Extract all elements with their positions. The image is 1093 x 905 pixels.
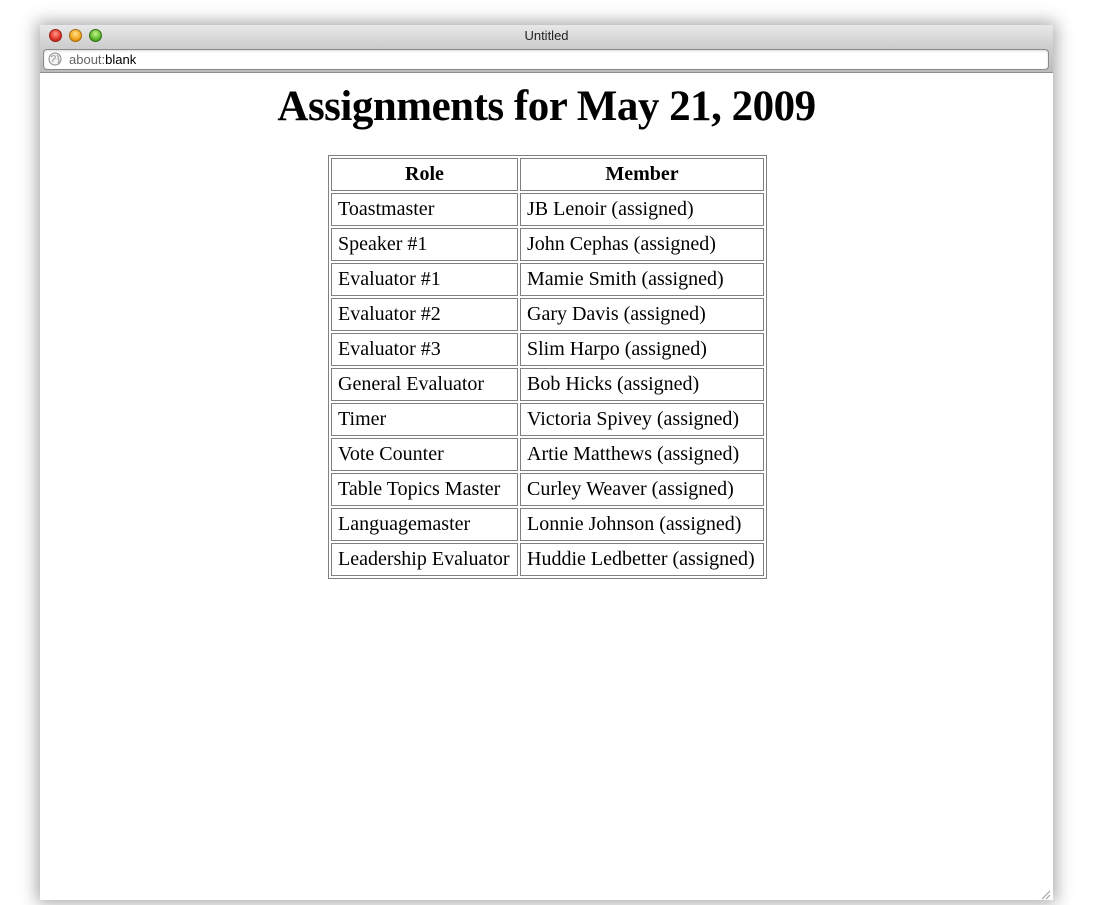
member-cell: Victoria Spivey (assigned) — [520, 403, 764, 436]
globe-icon — [48, 52, 62, 66]
role-cell: Languagemaster — [331, 508, 518, 541]
table-row: Table Topics Master Curley Weaver (assig… — [331, 473, 764, 506]
role-cell: Evaluator #3 — [331, 333, 518, 366]
member-cell: Gary Davis (assigned) — [520, 298, 764, 331]
table-row: Toastmaster JB Lenoir (assigned) — [331, 193, 764, 226]
role-cell: Table Topics Master — [331, 473, 518, 506]
table-row: Speaker #1 John Cephas (assigned) — [331, 228, 764, 261]
url-text: about:blank — [69, 51, 136, 68]
table-row: General Evaluator Bob Hicks (assigned) — [331, 368, 764, 401]
column-header-role: Role — [331, 158, 518, 191]
table-row: Evaluator #1 Mamie Smith (assigned) — [331, 263, 764, 296]
address-bar[interactable]: about:blank — [43, 49, 1049, 70]
member-cell: Curley Weaver (assigned) — [520, 473, 764, 506]
role-cell: Toastmaster — [331, 193, 518, 226]
member-cell: Artie Matthews (assigned) — [520, 438, 764, 471]
table-row: Languagemaster Lonnie Johnson (assigned) — [331, 508, 764, 541]
role-cell: Timer — [331, 403, 518, 436]
member-cell: Slim Harpo (assigned) — [520, 333, 764, 366]
role-cell: Vote Counter — [331, 438, 518, 471]
member-cell: Mamie Smith (assigned) — [520, 263, 764, 296]
url-path: blank — [105, 52, 137, 67]
title-bar[interactable]: Untitled about:blank — [40, 25, 1053, 73]
table-row: Leadership Evaluator Huddie Ledbetter (a… — [331, 543, 764, 576]
role-cell: Speaker #1 — [331, 228, 518, 261]
url-scheme: about: — [69, 52, 106, 67]
role-cell: Leadership Evaluator — [331, 543, 518, 576]
table-header-row: Role Member — [331, 158, 764, 191]
window-title: Untitled — [524, 28, 569, 43]
member-cell: Huddie Ledbetter (assigned) — [520, 543, 764, 576]
member-cell: Lonnie Johnson (assigned) — [520, 508, 764, 541]
member-cell: Bob Hicks (assigned) — [520, 368, 764, 401]
browser-window: Untitled about:blank Assignments for May… — [40, 25, 1053, 900]
table-row: Timer Victoria Spivey (assigned) — [331, 403, 764, 436]
role-cell: General Evaluator — [331, 368, 518, 401]
role-cell: Evaluator #1 — [331, 263, 518, 296]
table-row: Evaluator #3 Slim Harpo (assigned) — [331, 333, 764, 366]
page-title: Assignments for May 21, 2009 — [277, 83, 816, 130]
table-row: Evaluator #2 Gary Davis (assigned) — [331, 298, 764, 331]
role-cell: Evaluator #2 — [331, 298, 518, 331]
member-cell: JB Lenoir (assigned) — [520, 193, 764, 226]
resize-grip-icon[interactable] — [1040, 887, 1051, 900]
table-row: Vote Counter Artie Matthews (assigned) — [331, 438, 764, 471]
page-content: Assignments for May 21, 2009 Role Member… — [40, 74, 1053, 900]
column-header-member: Member — [520, 158, 764, 191]
assignments-table: Role Member Toastmaster JB Lenoir (assig… — [328, 155, 767, 579]
member-cell: John Cephas (assigned) — [520, 228, 764, 261]
